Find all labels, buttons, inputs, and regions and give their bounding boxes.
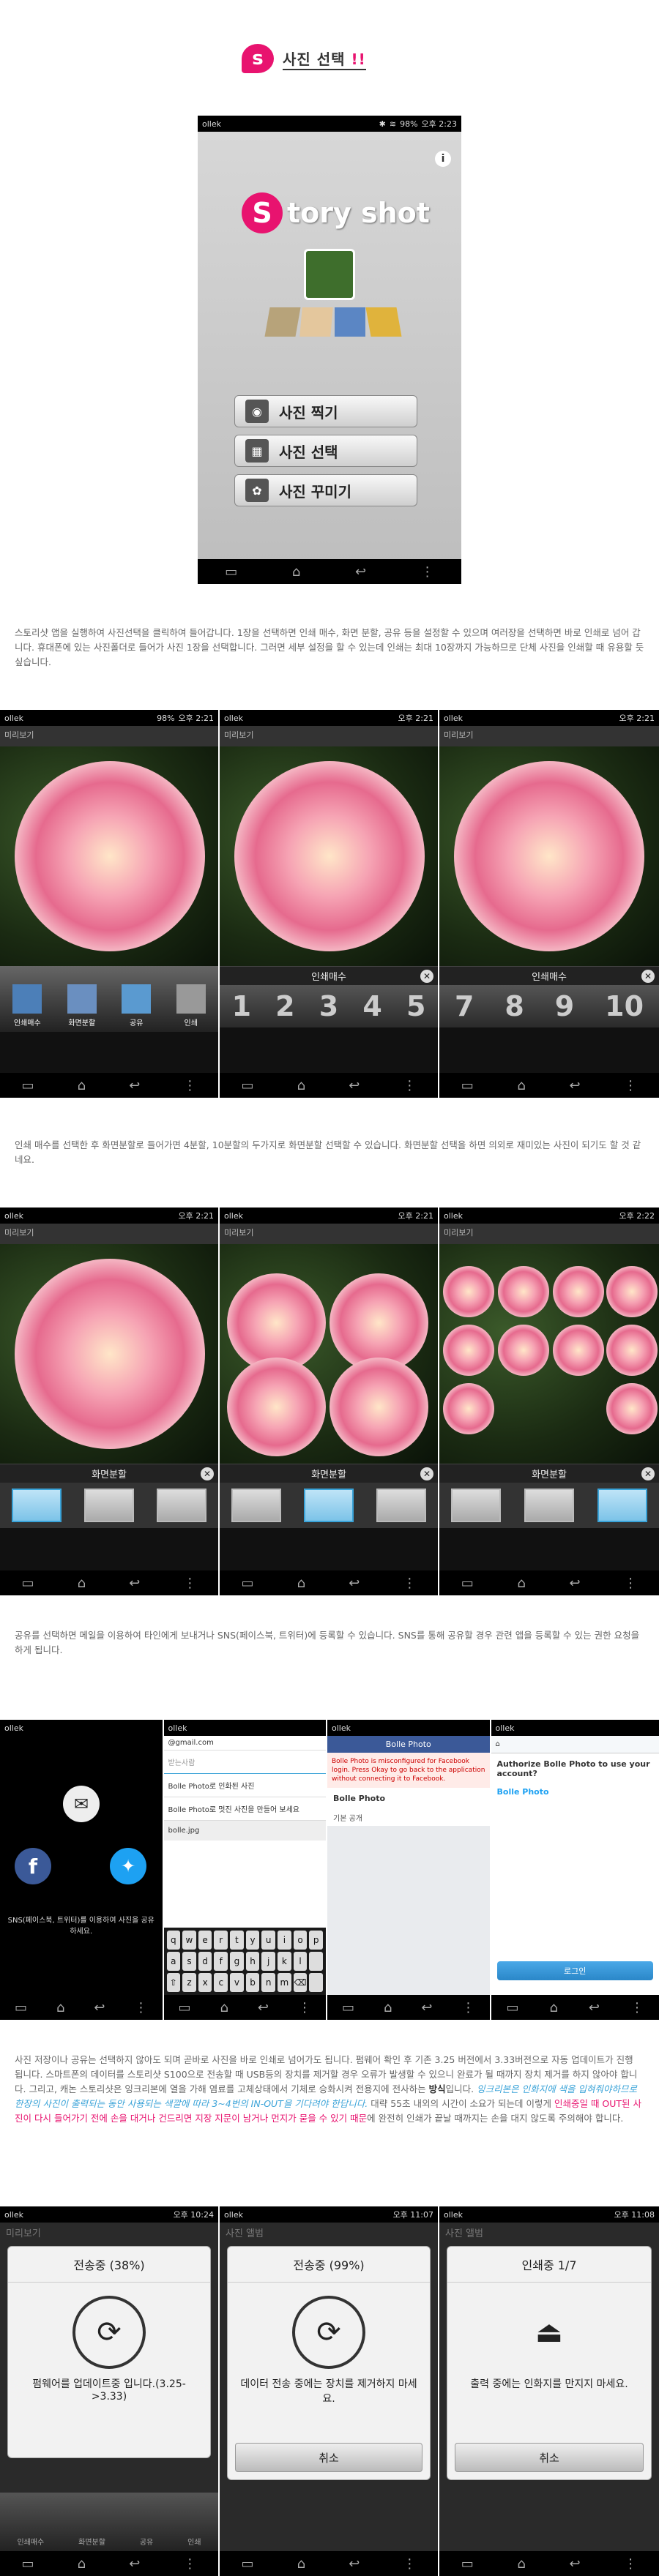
split-1[interactable] [11, 1489, 62, 1522]
close-icon[interactable]: ✕ [641, 970, 655, 983]
split-4[interactable] [303, 1489, 354, 1522]
print-count-button[interactable]: 인쇄매수 [12, 984, 42, 1027]
share-button[interactable]: 공유 [122, 984, 152, 1027]
cancel-button[interactable]: 취소 [235, 2443, 422, 2472]
bluetooth-icon: ✱ [379, 119, 386, 129]
app-icon [304, 249, 355, 300]
section-title: s 사진 선택 !! [242, 40, 417, 77]
phone-split-1: ollek오후 2:21 미리보기 ⌂ 화면분할✕ ▭⌂↩⋮ [0, 1208, 218, 1595]
split-1[interactable] [231, 1489, 281, 1522]
status-bar: ollek ✱ ≋ 98% 오후 2:23 [198, 116, 461, 132]
phone-transfer-1: ollek 오후 10:24 미리보기 전송중 (38%) ⟳ 펌웨어를 업데이트… [0, 2206, 218, 2576]
keyboard[interactable]: qwertyuiop asdfghjkl ⇧ z x c v b n m ⌫ [163, 1928, 326, 1995]
paragraph-4: 사진 저장이나 공유는 선택하지 않아도 되며 곧바로 사진을 바로 인쇄로 넘… [15, 2054, 642, 2124]
photo-cards-icon [264, 307, 402, 337]
transfer-dialog-1: 전송중 (38%) ⟳ 펌웨어를 업데이트중 입니다.(3.25->3.33) [7, 2246, 211, 2458]
section-title-text: 사진 선택 !! [283, 48, 366, 70]
phone-facebook: ollek Bolle Photo Bolle Photo is misconf… [327, 1720, 490, 2020]
split-options [0, 1483, 218, 1528]
cancel-button[interactable]: 취소 [455, 2443, 644, 2472]
from-field: @gmail.com [163, 1736, 326, 1751]
phone-printing: ollek 오후 11:08 사진 앨범 인쇄중 1/7 ⏏ 출력 중에는 인화지… [439, 2206, 659, 2576]
fb-privacy[interactable]: 기본 공개 [327, 1809, 490, 1826]
phone-bottom-menu: ollek98%오후 2:21 미리보기 ⌂ 인쇄매수 화면분할 공유 인쇄 ▭… [0, 710, 218, 1098]
paragraph-2: 인쇄 매수를 선택한 후 화면분할로 들어가면 4분할, 10분할의 두가지로 … [15, 1139, 641, 1165]
attachment[interactable]: bolle.jpg [163, 1821, 326, 1841]
main-app-screenshot: ollek ✱ ≋ 98% 오후 2:23 i S tory shot ◉ 사진 찍기 … [198, 116, 461, 584]
menu-icon[interactable]: ⋮ [421, 564, 434, 580]
twitter-icon[interactable]: ✦ [110, 1848, 146, 1884]
close-icon[interactable]: ✕ [420, 970, 433, 983]
fb-app-name: Bolle Photo [327, 1788, 490, 1809]
sync-icon: ⟳ [72, 2296, 146, 2369]
print-count-row: ollek98%오후 2:21 미리보기 ⌂ 인쇄매수 화면분할 공유 인쇄 ▭… [0, 710, 659, 1098]
number-picker[interactable]: 7 8 9 10 [439, 985, 659, 1027]
to-field[interactable]: 받는사람 [163, 1751, 326, 1774]
split-screen-button[interactable]: 화면분할 [67, 984, 97, 1027]
share-row: ollek ✉ f ✦ SNS(페이스북, 트위터)를 이용하여 사진을 공유하… [0, 1720, 659, 2020]
close-icon[interactable]: ✕ [641, 1467, 655, 1480]
tw-title: Authorize Bolle Photo to use your accoun… [496, 1759, 650, 1778]
sync-icon: ⟳ [292, 2296, 365, 2369]
transfer-row: ollek 오후 10:24 미리보기 전송중 (38%) ⟳ 펌웨어를 업데이트… [0, 2206, 659, 2576]
info-icon[interactable]: i [435, 151, 451, 167]
print-dialog: 인쇄중 1/7 ⏏ 출력 중에는 인화지를 만지지 마세요. 취소 [447, 2246, 652, 2480]
body-field[interactable]: Bolle Photo로 멋진 사진을 만들어 보세요 [163, 1797, 326, 1821]
split-1[interactable] [451, 1489, 501, 1522]
palette-icon: ✿ [245, 479, 269, 502]
split-10[interactable] [157, 1489, 207, 1522]
facebook-icon[interactable]: f [15, 1848, 51, 1884]
split-4[interactable] [83, 1489, 134, 1522]
share-icon [122, 984, 152, 1014]
tw-app: Bolle Photo [496, 1787, 549, 1797]
recent-apps-icon[interactable]: ▭ [225, 564, 237, 580]
wifi-icon: ≋ [389, 119, 397, 129]
photo-icon: ▦ [245, 439, 269, 463]
tw-login-button[interactable]: 로그인 [496, 1961, 653, 1980]
select-photo-button[interactable]: ▦ 사진 선택 [234, 435, 417, 467]
home-icon[interactable]: ⌂ [292, 564, 300, 580]
close-icon[interactable]: ✕ [201, 1467, 214, 1480]
nav-bar: ▭ ⌂ ↩ ⋮ [198, 559, 461, 584]
sns-text: SNS(페이스북, 트위터)를 이용하여 사진을 공유하세요. [7, 1917, 154, 1936]
print-button[interactable]: 인쇄 [176, 984, 206, 1027]
close-icon[interactable]: ✕ [420, 1467, 433, 1480]
split-icon [67, 984, 97, 1014]
fb-header: Bolle Photo [327, 1736, 490, 1753]
number-picker[interactable]: 12345 [220, 985, 438, 1027]
app-logo: S tory shot [242, 192, 430, 233]
title-badge-icon: s [242, 44, 274, 73]
phone-split-10: ollek오후 2:22 미리보기 ⌂ 화면분할✕ ▭⌂↩⋮ [439, 1208, 659, 1595]
phone-transfer-2: ollek 오후 11:07 사진 앨범 전송중 (99%) ⟳ 데이터 전송 중… [220, 2206, 438, 2576]
printer-eject-icon: ⏏ [535, 2315, 563, 2349]
phone-twitter: ollek ⌂ Authorize Bolle Photo to use you… [491, 1720, 659, 2020]
phone-share-options: ollek ✉ f ✦ SNS(페이스북, 트위터)를 이용하여 사진을 공유하… [0, 1720, 163, 2020]
split-10[interactable] [376, 1489, 427, 1522]
back-icon[interactable]: ↩ [355, 564, 366, 580]
printer-icon [176, 984, 206, 1014]
phone-split-4: ollek오후 2:21 미리보기 ⌂ 화면분할✕ ▭⌂↩⋮ [220, 1208, 438, 1595]
fb-warning: Bolle Photo is misconfigured for Faceboo… [327, 1753, 490, 1788]
take-photo-button[interactable]: ◉ 사진 찍기 [234, 395, 417, 427]
twitter-url-bar[interactable]: ⌂ [491, 1736, 659, 1753]
paragraph-3: 공유를 선택하면 메일을 이용하여 타인에게 보내거나 SNS(페이스북, 트위… [15, 1630, 640, 1655]
transfer-dialog-2: 전송중 (99%) ⟳ 데이터 전송 중에는 장치를 제거하지 마세요. 취소 [227, 2246, 431, 2480]
split-4[interactable] [524, 1489, 574, 1522]
print-count-title: 인쇄매수 ✕ [220, 966, 438, 985]
subject-field[interactable]: Bolle Photo로 인화된 사진 [163, 1774, 326, 1797]
mail-icon[interactable]: ✉ [63, 1786, 100, 1822]
split-10[interactable] [597, 1489, 647, 1522]
phone-email-compose: ollek @gmail.com 받는사람 Bolle Photo로 인화된 사… [163, 1720, 326, 2020]
print-count-icon [12, 984, 42, 1014]
phone-print-count-2: ollek오후 2:21 미리보기 ⌂ 인쇄매수✕ 78910 ▭⌂↩⋮ [439, 710, 659, 1098]
split-screen-row: ollek오후 2:21 미리보기 ⌂ 화면분할✕ ▭⌂↩⋮ ollek오후 2… [0, 1208, 659, 1595]
camera-icon: ◉ [245, 400, 269, 423]
bottom-menu: 인쇄매수 화면분할 공유 인쇄 [0, 966, 218, 1032]
decorate-photo-button[interactable]: ✿ 사진 꾸미기 [234, 474, 417, 506]
paragraph-1: 스토리샷 앱을 실행하여 사진선택을 클릭하여 들어갑니다. 1장을 선택하면 … [15, 627, 644, 667]
phone-print-count-1: ollek오후 2:21 미리보기 ⌂ 인쇄매수✕ 12345 ▭⌂↩⋮ [220, 710, 438, 1098]
